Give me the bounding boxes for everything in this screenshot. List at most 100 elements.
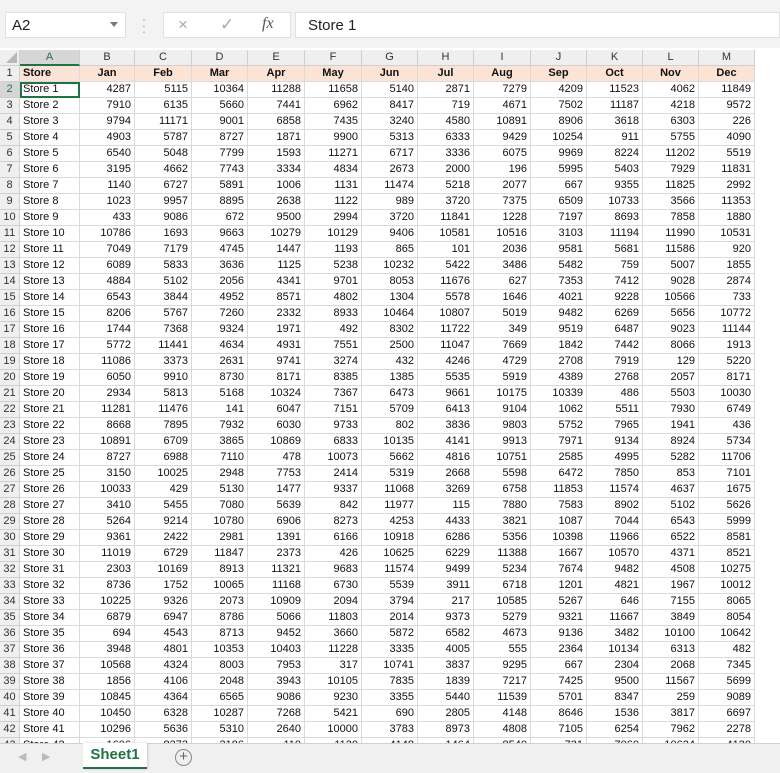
sales-value-cell[interactable]: 8730 [192, 370, 248, 386]
sales-value-cell[interactable]: 10175 [474, 386, 531, 402]
sales-value-cell[interactable]: 2948 [192, 466, 248, 482]
sales-value-cell[interactable]: 9214 [135, 514, 192, 530]
sales-value-cell[interactable]: 7110 [192, 450, 248, 466]
store-name-cell[interactable]: Store 40 [20, 706, 80, 722]
sales-value-cell[interactable]: 5656 [643, 306, 699, 322]
column-title-cell[interactable]: Feb [135, 66, 192, 82]
sales-value-cell[interactable]: 11567 [643, 674, 699, 690]
sales-value-cell[interactable]: 989 [362, 194, 418, 210]
sales-value-cell[interactable]: 5066 [248, 610, 305, 626]
sales-value-cell[interactable]: 349 [474, 322, 531, 338]
row-header[interactable]: 41 [0, 706, 20, 722]
store-name-cell[interactable]: Store 27 [20, 498, 80, 514]
row-header[interactable]: 25 [0, 450, 20, 466]
sales-value-cell[interactable]: 9295 [474, 658, 531, 674]
sales-value-cell[interactable]: 8924 [643, 434, 699, 450]
sales-value-cell[interactable]: 5421 [305, 706, 362, 722]
store-name-cell[interactable]: Store 13 [20, 274, 80, 290]
sales-value-cell[interactable]: 7919 [587, 354, 643, 370]
store-name-cell[interactable]: Store 12 [20, 258, 80, 274]
sales-value-cell[interactable]: 3274 [305, 354, 362, 370]
sales-value-cell[interactable]: 10232 [362, 258, 418, 274]
sales-value-cell[interactable]: 5701 [531, 690, 587, 706]
sales-value-cell[interactable]: 9136 [531, 626, 587, 642]
sales-value-cell[interactable]: 6858 [248, 114, 305, 130]
sales-value-cell[interactable]: 7353 [531, 274, 587, 290]
sales-value-cell[interactable]: 9326 [135, 594, 192, 610]
column-header-d[interactable]: D [192, 50, 248, 66]
sales-value-cell[interactable]: 6286 [418, 530, 474, 546]
sales-value-cell[interactable]: 6697 [699, 706, 755, 722]
sales-value-cell[interactable]: 7049 [80, 242, 135, 258]
sales-value-cell[interactable]: 8054 [699, 610, 755, 626]
sales-value-cell[interactable]: 8895 [192, 194, 248, 210]
sales-value-cell[interactable]: 10296 [80, 722, 135, 738]
sales-value-cell[interactable]: 5755 [643, 130, 699, 146]
sales-value-cell[interactable]: 11676 [418, 274, 474, 290]
cancel-icon[interactable]: × [178, 15, 188, 35]
sales-value-cell[interactable]: 4634 [192, 338, 248, 354]
sales-value-cell[interactable]: 6135 [135, 98, 192, 114]
sales-value-cell[interactable]: 7260 [192, 306, 248, 322]
sales-value-cell[interactable]: 865 [362, 242, 418, 258]
sales-value-cell[interactable]: 10786 [80, 226, 135, 242]
sales-value-cell[interactable]: 4637 [643, 482, 699, 498]
sales-value-cell[interactable]: 646 [587, 594, 643, 610]
sales-value-cell[interactable]: 11476 [135, 402, 192, 418]
sales-value-cell[interactable]: 3336 [418, 146, 474, 162]
sales-value-cell[interactable]: 8571 [248, 290, 305, 306]
sales-value-cell[interactable]: 7279 [474, 82, 531, 98]
sales-value-cell[interactable]: 10105 [305, 674, 362, 690]
sales-value-cell[interactable]: 11194 [587, 226, 643, 242]
sales-value-cell[interactable]: 1006 [248, 178, 305, 194]
sales-value-cell[interactable]: 10450 [80, 706, 135, 722]
sales-value-cell[interactable]: 7930 [643, 402, 699, 418]
sales-value-cell[interactable]: 11841 [418, 210, 474, 226]
sales-value-cell[interactable]: 2048 [192, 674, 248, 690]
sales-value-cell[interactable]: 11990 [643, 226, 699, 242]
sales-value-cell[interactable]: 2668 [418, 466, 474, 482]
store-name-cell[interactable]: Store 20 [20, 386, 80, 402]
sales-value-cell[interactable]: 6988 [135, 450, 192, 466]
sales-value-cell[interactable]: 10065 [192, 578, 248, 594]
sales-value-cell[interactable]: 101 [418, 242, 474, 258]
sales-value-cell[interactable]: 6328 [135, 706, 192, 722]
sales-value-cell[interactable]: 2500 [362, 338, 418, 354]
sales-value-cell[interactable]: 11321 [248, 562, 305, 578]
sales-value-cell[interactable]: 11539 [474, 690, 531, 706]
sales-value-cell[interactable]: 5995 [531, 162, 587, 178]
store-name-cell[interactable]: Store 3 [20, 114, 80, 130]
enter-icon[interactable]: ✓ [220, 15, 234, 35]
sales-value-cell[interactable]: 2422 [135, 530, 192, 546]
sales-value-cell[interactable]: 6089 [80, 258, 135, 274]
sales-value-cell[interactable]: 5130 [192, 482, 248, 498]
sales-value-cell[interactable]: 7217 [474, 674, 531, 690]
sales-value-cell[interactable]: 5048 [135, 146, 192, 162]
row-header[interactable]: 35 [0, 610, 20, 626]
sales-value-cell[interactable]: 8786 [192, 610, 248, 626]
sales-value-cell[interactable]: 226 [699, 114, 755, 130]
sales-value-cell[interactable]: 9086 [135, 210, 192, 226]
sales-value-cell[interactable]: 4209 [531, 82, 587, 98]
sales-value-cell[interactable]: 667 [531, 658, 587, 674]
sales-value-cell[interactable]: 10464 [362, 306, 418, 322]
store-name-cell[interactable]: Store 38 [20, 674, 80, 690]
sales-value-cell[interactable]: 436 [699, 418, 755, 434]
sales-value-cell[interactable]: 3943 [248, 674, 305, 690]
sales-value-cell[interactable]: 11019 [80, 546, 135, 562]
sales-value-cell[interactable]: 7850 [587, 466, 643, 482]
row-header[interactable]: 16 [0, 306, 20, 322]
sales-value-cell[interactable]: 11171 [135, 114, 192, 130]
sales-value-cell[interactable]: 7155 [643, 594, 699, 610]
sales-value-cell[interactable]: 5115 [135, 82, 192, 98]
sales-value-cell[interactable]: 1667 [531, 546, 587, 562]
sales-value-cell[interactable]: 2805 [418, 706, 474, 722]
sales-value-cell[interactable]: 10733 [587, 194, 643, 210]
column-title-cell[interactable]: Jun [362, 66, 418, 82]
store-name-cell[interactable]: Store 31 [20, 562, 80, 578]
store-name-cell[interactable]: Store 26 [20, 482, 80, 498]
store-name-cell[interactable]: Store 29 [20, 530, 80, 546]
sales-value-cell[interactable]: 9228 [587, 290, 643, 306]
row-header[interactable]: 40 [0, 690, 20, 706]
sales-value-cell[interactable]: 4246 [418, 354, 474, 370]
